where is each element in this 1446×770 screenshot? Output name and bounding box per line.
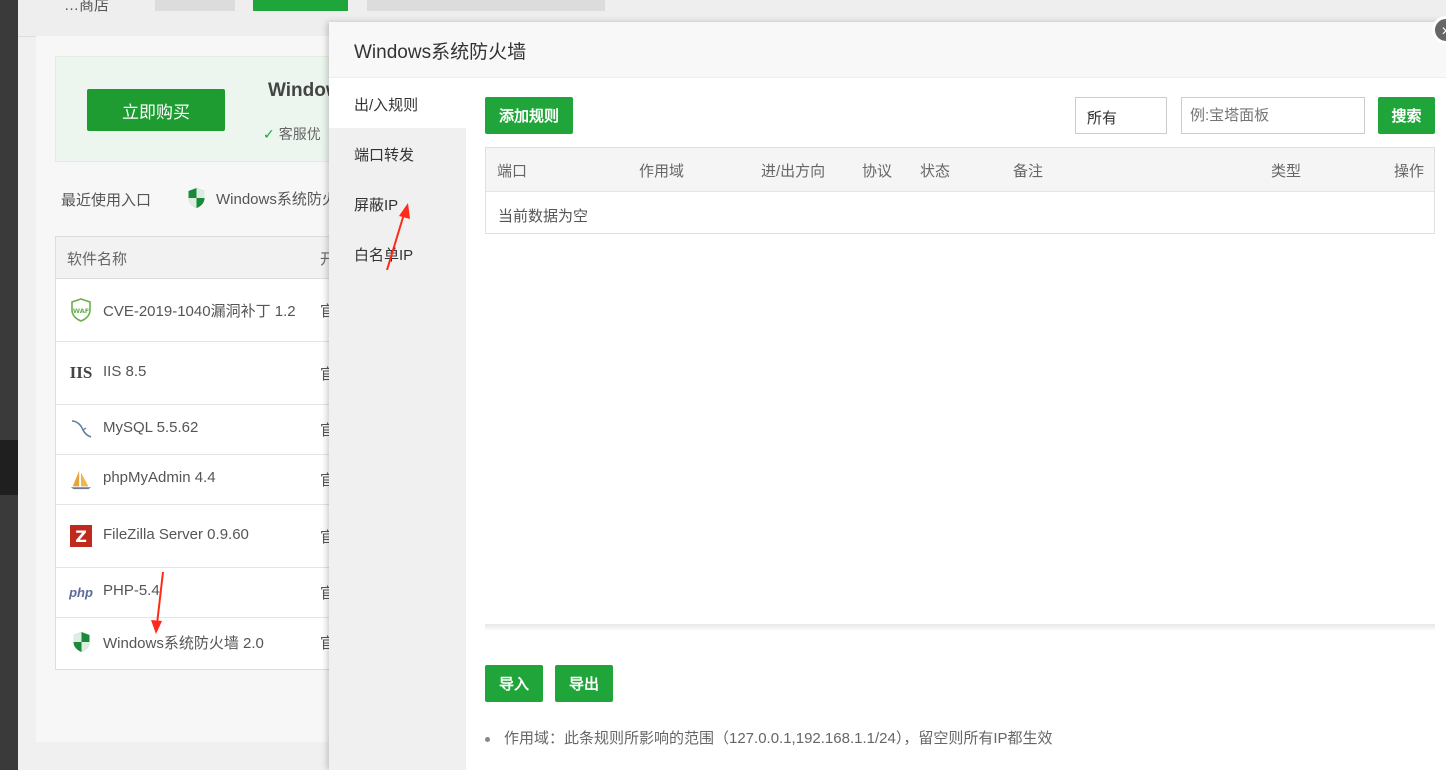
annotation-arrow bbox=[151, 571, 164, 634]
software-name: IIS 8.5 bbox=[103, 363, 147, 380]
software-table: 软件名称 开 WAF CVE-2019-1040漏洞补丁 1.2 官 IIS I… bbox=[55, 236, 335, 670]
buy-now-button[interactable]: 立即购买 bbox=[87, 89, 225, 131]
scope-note: 作用域：此条规则所影响的范围（127.0.0.1,192.168.1.1/24）… bbox=[485, 727, 1053, 748]
modal-side-menu: 出/入规则 端口转发 屏蔽IP 白名单IP bbox=[329, 78, 466, 770]
section-divider bbox=[485, 624, 1435, 630]
phpmyadmin-icon bbox=[69, 467, 93, 491]
background-tab[interactable] bbox=[155, 0, 235, 11]
promo-subtitle-text: 客服优 bbox=[278, 126, 321, 142]
promo-subtitle: ✓ 客服优 bbox=[263, 124, 321, 144]
filter-select[interactable]: 所有 ⌵ bbox=[1075, 97, 1167, 134]
software-row[interactable]: WAF CVE-2019-1040漏洞补丁 1.2 官 bbox=[56, 279, 335, 342]
search-input[interactable] bbox=[1181, 97, 1365, 134]
software-name: CVE-2019-1040漏洞补丁 1.2 bbox=[103, 303, 296, 320]
recent-item-firewall[interactable]: Windows系统防火 bbox=[186, 187, 337, 209]
software-name: Windows系统防火墙 2.0 bbox=[103, 635, 264, 652]
software-name: FileZilla Server 0.9.60 bbox=[103, 526, 249, 543]
col-action: 操作 bbox=[1394, 163, 1425, 180]
annotation-arrow bbox=[386, 203, 410, 271]
menu-item-port-forward[interactable]: 端口转发 bbox=[329, 128, 466, 178]
background-header-text: …商店 bbox=[64, 0, 110, 14]
search-button[interactable]: 搜索 bbox=[1378, 97, 1435, 134]
col-direction: 进/出方向 bbox=[761, 163, 826, 180]
col-status: 状态 bbox=[920, 163, 951, 180]
col-remark: 备注 bbox=[1013, 163, 1044, 180]
recent-item-label: Windows系统防火 bbox=[216, 190, 337, 208]
col-software-name: 软件名称 bbox=[67, 251, 128, 268]
export-button[interactable]: 导出 bbox=[555, 665, 613, 702]
col-type: 类型 bbox=[1271, 163, 1302, 180]
nav-active-block bbox=[0, 440, 18, 495]
svg-text:WAF: WAF bbox=[73, 307, 89, 315]
shield-icon bbox=[69, 630, 93, 654]
software-table-header: 软件名称 开 bbox=[56, 237, 335, 279]
firewall-modal: Windows系统防火墙 × 出/入规则 端口转发 屏蔽IP 白名单IP 添加规… bbox=[329, 16, 1446, 770]
menu-item-label: 出/入规则 bbox=[354, 97, 419, 114]
software-row[interactable]: MySQL 5.5.62 官 bbox=[56, 405, 335, 455]
menu-item-label: 端口转发 bbox=[354, 147, 415, 164]
col-port: 端口 bbox=[497, 163, 528, 180]
rules-table-header: 端口 作用域 进/出方向 协议 状态 备注 类型 操作 bbox=[486, 148, 1434, 192]
scope-note-text: 作用域：此条规则所影响的范围（127.0.0.1,192.168.1.1/24）… bbox=[504, 730, 1053, 747]
mysql-icon bbox=[69, 417, 93, 441]
col-scope: 作用域 bbox=[639, 163, 685, 180]
add-rule-button[interactable]: 添加规则 bbox=[485, 97, 573, 134]
rules-table: 端口 作用域 进/出方向 协议 状态 备注 类型 操作 当前数据为空 bbox=[485, 147, 1435, 234]
check-icon: ✓ bbox=[263, 126, 275, 142]
empty-state: 当前数据为空 bbox=[498, 208, 589, 225]
import-button[interactable]: 导入 bbox=[485, 665, 543, 702]
left-nav-strip bbox=[0, 0, 18, 770]
software-row[interactable]: php PHP-5.4 官 bbox=[56, 568, 335, 618]
modal-titlebar: Windows系统防火墙 bbox=[329, 22, 1446, 78]
software-name: phpMyAdmin 4.4 bbox=[103, 469, 216, 486]
software-row[interactable]: Windows系统防火墙 2.0 官 bbox=[56, 618, 335, 667]
shield-icon bbox=[188, 188, 205, 208]
recent-label: 最近使用入口 bbox=[61, 192, 152, 209]
filezilla-icon: Z bbox=[69, 524, 93, 548]
col-protocol: 协议 bbox=[862, 163, 893, 180]
menu-item-inout-rules[interactable]: 出/入规则 bbox=[329, 78, 466, 128]
waf-icon: WAF bbox=[69, 298, 93, 322]
software-row[interactable]: IIS IIS 8.5 官 bbox=[56, 342, 335, 405]
svg-text:Z: Z bbox=[75, 527, 87, 546]
background-tab[interactable] bbox=[367, 0, 605, 11]
software-name: MySQL 5.5.62 bbox=[103, 419, 199, 436]
background-tab-active[interactable] bbox=[253, 0, 348, 11]
php-icon: php bbox=[69, 584, 93, 600]
iis-icon: IIS bbox=[69, 363, 93, 382]
modal-title: Windows系统防火墙 bbox=[354, 42, 527, 63]
software-row[interactable]: phpMyAdmin 4.4 官 bbox=[56, 455, 335, 505]
bullet-icon bbox=[485, 736, 490, 742]
chevron-down-icon: ⌵ bbox=[1087, 106, 1097, 120]
software-row[interactable]: Z FileZilla Server 0.9.60 官 bbox=[56, 505, 335, 568]
